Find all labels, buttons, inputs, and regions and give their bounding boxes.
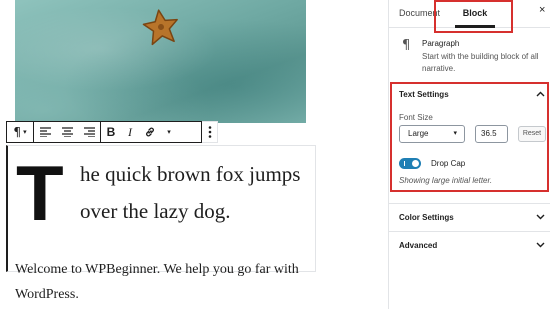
welcome-paragraph[interactable]: Welcome to WPBeginner. We help you go fa… [15, 257, 315, 307]
advanced-toggle[interactable]: Advanced [389, 231, 550, 261]
paragraph-transform-button[interactable]: ¶ ▾ [7, 122, 33, 142]
starfish-image [15, 0, 306, 123]
paragraph-icon: ¶ [402, 38, 411, 53]
align-right-button[interactable] [78, 122, 100, 142]
more-options-button[interactable] [202, 121, 218, 143]
chevron-down-icon: ▾ [167, 129, 171, 136]
more-rich-text-button[interactable]: ▾ [161, 122, 177, 142]
block-toolbar: ¶ ▾ B I ▾ [6, 121, 202, 143]
align-center-icon [61, 127, 73, 137]
align-left-icon [39, 127, 51, 137]
link-button[interactable] [139, 122, 161, 142]
align-right-icon [83, 127, 95, 137]
block-card: ¶ Paragraph Start with the building bloc… [389, 34, 550, 78]
color-settings-toggle[interactable]: Color Settings [389, 203, 550, 233]
chevron-down-icon [536, 212, 545, 223]
drop-cap-letter: T [16, 149, 64, 237]
advanced-title: Advanced [399, 241, 438, 250]
block-card-title: Paragraph [422, 39, 460, 48]
align-center-button[interactable] [56, 122, 78, 142]
paragraph-block[interactable]: T he quick brown fox jumps over the lazy… [6, 145, 316, 272]
close-icon[interactable]: × [539, 4, 545, 16]
paragraph-text[interactable]: he quick brown fox jumps over the lazy d… [80, 156, 316, 230]
italic-button[interactable]: I [121, 122, 139, 142]
text-settings-highlight [390, 82, 549, 192]
link-icon [146, 127, 154, 137]
chevron-down-icon [536, 240, 545, 251]
block-tab-highlight [434, 0, 513, 33]
bold-button[interactable]: B [101, 122, 121, 142]
color-settings-title: Color Settings [399, 213, 454, 222]
settings-sidebar: Document Block × ¶ Paragraph Start with … [388, 0, 550, 309]
block-card-description: Start with the building block of all nar… [422, 52, 539, 73]
chevron-down-icon: ▾ [23, 128, 27, 136]
vertical-ellipsis-icon [208, 126, 211, 138]
align-left-button[interactable] [34, 122, 56, 142]
paragraph-icon: ¶ [13, 125, 22, 139]
